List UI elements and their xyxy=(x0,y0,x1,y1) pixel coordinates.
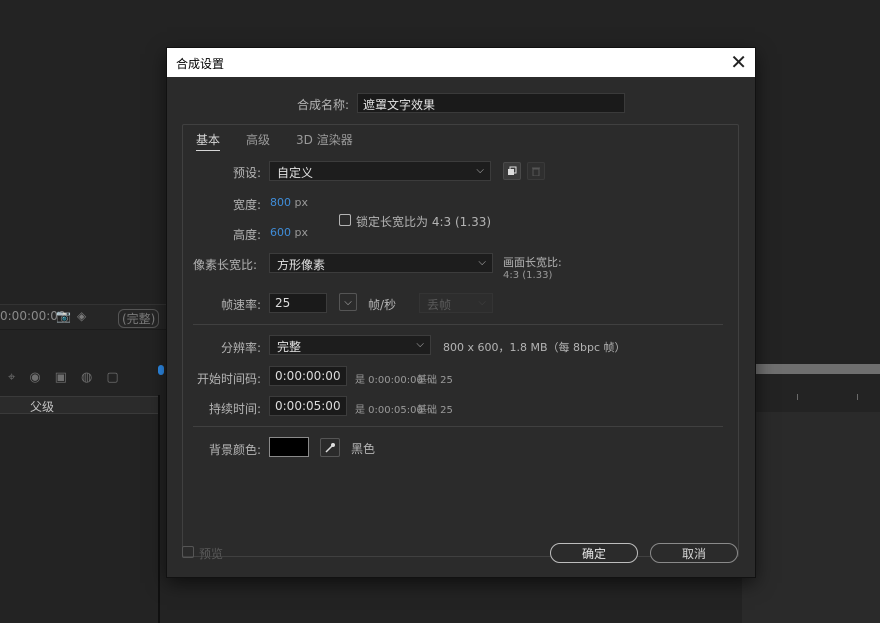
composition-settings-dialog: 合成设置 ✕ 合成名称: 遮罩文字效果 基本 高级 3D 渲染器 预设: 自定义… xyxy=(167,48,755,577)
start-timecode-label: 开始时间码: xyxy=(197,372,262,386)
ok-button[interactable]: 确定 xyxy=(550,543,638,563)
chevron-down-icon: ⌵ xyxy=(476,165,484,176)
parent-column-header: 父级 xyxy=(30,400,55,414)
height-field[interactable]: 600 px xyxy=(270,226,308,239)
divider xyxy=(193,426,723,427)
preview-checkbox[interactable] xyxy=(182,546,194,558)
height-unit: px xyxy=(294,226,309,239)
layer-header-row xyxy=(0,396,160,414)
settings-tabs: 基本 高级 3D 渲染器 xyxy=(196,131,353,151)
width-unit: px xyxy=(294,196,309,209)
composition-name-label: 合成名称: xyxy=(297,98,350,112)
chevron-down-icon: ⌵ xyxy=(344,296,352,308)
chevron-down-icon: ⌵ xyxy=(416,339,424,350)
start-timecode-input[interactable]: 0:00:00:00 xyxy=(269,366,347,386)
resolution-select[interactable]: 完整 ⌵ xyxy=(269,335,431,355)
shy-icon[interactable]: ◉ xyxy=(29,370,40,385)
resolution-value: 完整 xyxy=(277,340,302,354)
preview-label: 预览 xyxy=(199,547,224,561)
graph-icon[interactable]: ▢ xyxy=(106,370,118,385)
duration-input[interactable]: 0:00:05:00 xyxy=(269,396,347,416)
camera-icon[interactable]: 📷 xyxy=(56,309,71,323)
drop-frame-value: 丢帧 xyxy=(427,298,452,312)
divider xyxy=(193,324,723,325)
time-ruler xyxy=(740,376,880,412)
layer-toolbar: ⌖ ◉ ▣ ◍ ▢ xyxy=(0,362,160,392)
resolution-label: 分辨率: xyxy=(221,341,262,355)
bg-color-label: 背景颜色: xyxy=(209,443,262,457)
delete-preset-button[interactable] xyxy=(527,162,545,180)
duration-base: 基础 25 xyxy=(417,405,453,416)
preset-select[interactable]: 自定义 ⌵ xyxy=(269,161,491,181)
height-value[interactable]: 600 xyxy=(270,226,291,239)
chevron-down-icon: ⌵ xyxy=(478,297,486,308)
start-timecode-is: 是 0:00:00:00 xyxy=(355,375,423,386)
frame-rate-unit: 帧/秒 xyxy=(368,298,397,312)
layer-tool-icon[interactable]: ⌖ xyxy=(8,370,15,385)
pixel-aspect-value: 方形像素 xyxy=(277,258,326,272)
color-icon[interactable]: ◈ xyxy=(77,309,86,323)
frame-blend-icon[interactable]: ▣ xyxy=(55,370,67,385)
timeline-icons: 📷 ◈ xyxy=(56,309,86,323)
motion-blur-icon[interactable]: ◍ xyxy=(81,370,92,385)
frame-rate-input[interactable]: 25 xyxy=(269,293,327,313)
lock-aspect-checkbox[interactable] xyxy=(339,214,351,226)
bg-color-name: 黑色 xyxy=(351,442,376,456)
dialog-titlebar: 合成设置 ✕ xyxy=(167,48,755,77)
chevron-down-icon: ⌵ xyxy=(478,257,486,268)
composition-name-input[interactable]: 遮罩文字效果 xyxy=(357,93,625,113)
playhead-marker[interactable] xyxy=(158,365,164,375)
timeline-track-area xyxy=(742,412,880,623)
frame-aspect-label: 画面长宽比: xyxy=(503,256,562,269)
duration-is: 是 0:00:05:00 xyxy=(355,405,423,416)
width-label: 宽度: xyxy=(233,198,262,212)
drop-frame-select[interactable]: 丢帧 ⌵ xyxy=(419,293,493,313)
width-value[interactable]: 800 xyxy=(270,196,291,209)
pixel-aspect-select[interactable]: 方形像素 ⌵ xyxy=(269,253,493,273)
preset-label: 预设: xyxy=(233,166,262,180)
width-field[interactable]: 800 px xyxy=(270,196,308,209)
resolution-info: 800 x 600，1.8 MB（每 8bpc 帧） xyxy=(443,341,626,354)
work-area-bar[interactable] xyxy=(740,364,880,374)
height-label: 高度: xyxy=(233,228,262,242)
panel-divider xyxy=(158,395,160,623)
duration-label: 持续时间: xyxy=(209,402,262,416)
frame-rate-label: 帧速率: xyxy=(221,298,262,312)
dialog-title: 合成设置 xyxy=(176,57,225,71)
preset-value: 自定义 xyxy=(277,166,314,180)
save-preset-button[interactable] xyxy=(503,162,521,180)
ruler-tick xyxy=(797,394,798,400)
ruler-tick xyxy=(857,394,858,400)
bg-color-swatch[interactable] xyxy=(269,437,309,457)
quality-indicator[interactable]: (完整) xyxy=(118,309,160,328)
tab-basic[interactable]: 基本 xyxy=(196,131,221,151)
pixel-aspect-label: 像素长宽比: xyxy=(193,258,258,272)
save-preset-icon xyxy=(508,166,517,175)
eyedropper-button[interactable] xyxy=(320,438,340,457)
tab-3d-renderer[interactable]: 3D 渲染器 xyxy=(296,131,353,151)
close-icon[interactable]: ✕ xyxy=(730,51,747,73)
trash-icon xyxy=(532,167,540,176)
tab-advanced[interactable]: 高级 xyxy=(246,131,270,151)
eyedropper-icon xyxy=(325,442,335,453)
frame-rate-dropdown[interactable]: ⌵ xyxy=(339,293,357,311)
start-timecode-base: 基础 25 xyxy=(417,375,453,386)
cancel-button[interactable]: 取消 xyxy=(650,543,738,563)
lock-aspect-label: 锁定长宽比为 4:3 (1.33) xyxy=(356,215,492,229)
frame-aspect-value: 4:3 (1.33) xyxy=(503,270,553,281)
